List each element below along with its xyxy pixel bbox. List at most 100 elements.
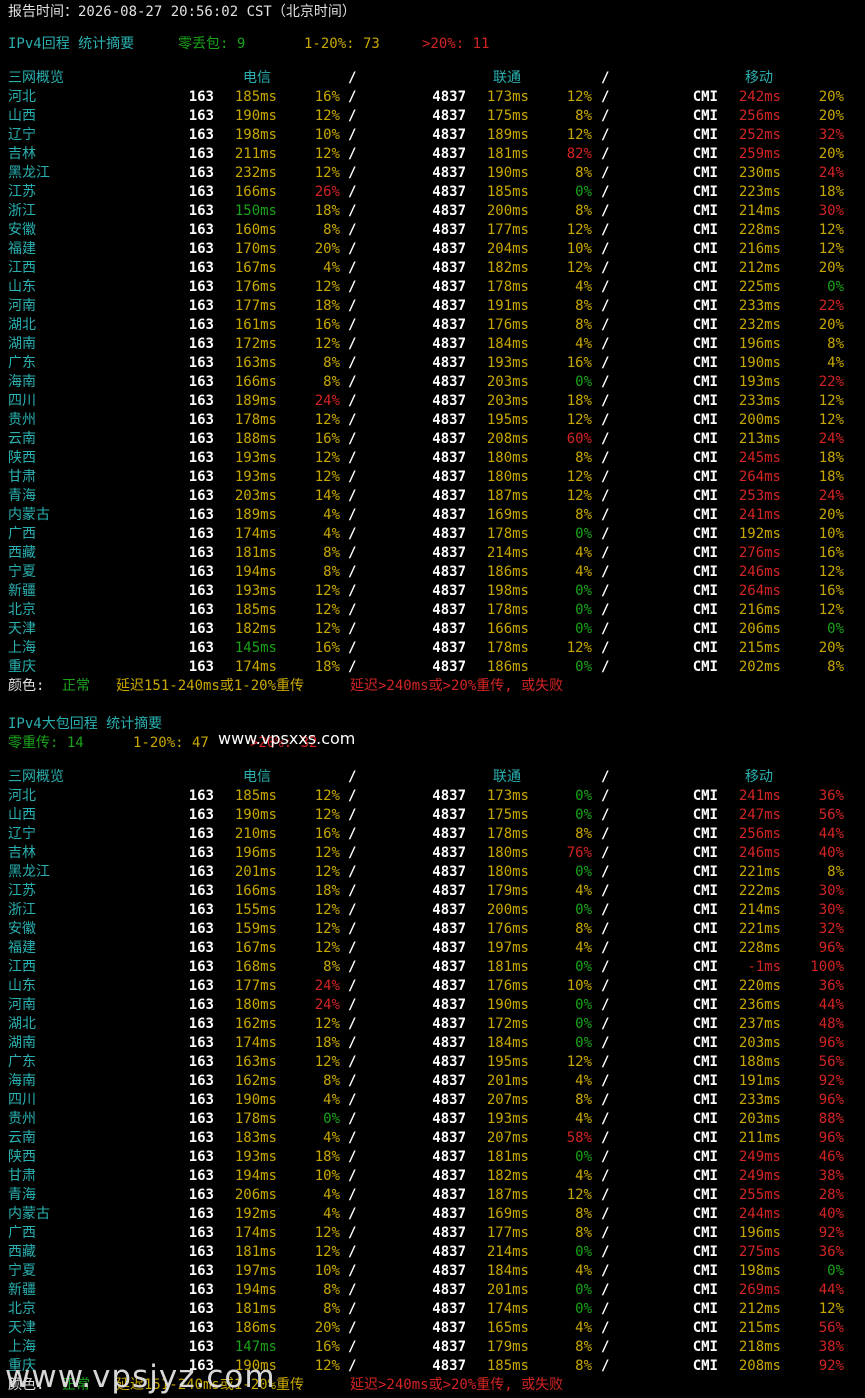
unicom-asn: 4837 bbox=[432, 921, 466, 937]
unicom-latency: 165ms bbox=[486, 1320, 529, 1336]
section-title-line: IPv4回程 统计摘要 零丢包: 9 1-20%: 73 >20%: 11 bbox=[0, 35, 865, 54]
col-sep: / bbox=[348, 621, 357, 637]
unicom-latency: 180ms bbox=[486, 845, 529, 861]
col-sep: / bbox=[601, 260, 610, 276]
telecom-latency: 181ms bbox=[234, 1244, 277, 1260]
telecom-latency: 167ms bbox=[234, 940, 277, 956]
unicom-loss: 0% bbox=[575, 1149, 592, 1165]
telecom-asn: 163 bbox=[188, 826, 214, 842]
region-name: 吉林 bbox=[8, 146, 36, 162]
unicom-latency: 193ms bbox=[486, 1111, 529, 1127]
telecom-loss: 8% bbox=[323, 374, 340, 390]
telecom-asn: 163 bbox=[188, 959, 214, 975]
telecom-latency: 174ms bbox=[234, 659, 277, 675]
unicom-asn: 4837 bbox=[432, 1206, 466, 1222]
telecom-asn: 163 bbox=[188, 997, 214, 1013]
section-title-line: IPv4大包回程 统计摘要 bbox=[0, 715, 865, 734]
mobile-loss: 12% bbox=[818, 222, 844, 238]
mobile-loss: 18% bbox=[818, 450, 844, 466]
telecom-asn: 163 bbox=[188, 469, 214, 485]
table-row: 陕西 163 193ms 12% / 4837 180ms 8% / CMI 245ms 18% bbox=[0, 449, 865, 468]
mobile-loss: 16% bbox=[818, 545, 844, 561]
unicom-latency: 180ms bbox=[486, 469, 529, 485]
region-name: 福建 bbox=[8, 940, 36, 956]
col-sep: / bbox=[348, 317, 357, 333]
mobile-latency: 237ms bbox=[738, 1016, 781, 1032]
unicom-latency: 200ms bbox=[486, 902, 529, 918]
unicom-asn: 4837 bbox=[432, 1035, 466, 1051]
table-row: 江苏 163 166ms 26% / 4837 185ms 0% / CMI 223ms 18% bbox=[0, 183, 865, 202]
unicom-asn: 4837 bbox=[432, 374, 466, 390]
region-name: 四川 bbox=[8, 1092, 36, 1108]
summary-ok: 零丢包: 9 bbox=[178, 36, 246, 52]
region-name: 河北 bbox=[8, 89, 36, 105]
mobile-loss: 92% bbox=[818, 1073, 844, 1089]
telecom-loss: 16% bbox=[314, 89, 340, 105]
col-sep: / bbox=[601, 583, 610, 599]
unicom-loss: 4% bbox=[575, 564, 592, 580]
col-sep: / bbox=[348, 279, 357, 295]
mobile-loss: 10% bbox=[818, 526, 844, 542]
col-sep: / bbox=[348, 1130, 357, 1146]
telecom-loss: 4% bbox=[323, 260, 340, 276]
telecom-asn: 163 bbox=[188, 184, 214, 200]
telecom-asn: 163 bbox=[188, 921, 214, 937]
mobile-loss: 36% bbox=[818, 1244, 844, 1260]
unicom-loss: 0% bbox=[575, 1016, 592, 1032]
table-row: 福建 163 167ms 12% / 4837 197ms 4% / CMI 228ms 96% bbox=[0, 939, 865, 958]
unicom-asn: 4837 bbox=[432, 583, 466, 599]
telecom-asn: 163 bbox=[188, 298, 214, 314]
mobile-latency: 244ms bbox=[738, 1206, 781, 1222]
unicom-latency: 178ms bbox=[486, 279, 529, 295]
mobile-latency: 230ms bbox=[738, 165, 781, 181]
mobile-loss: 20% bbox=[818, 640, 844, 656]
telecom-loss: 12% bbox=[314, 788, 340, 804]
legend-warn: 延迟151-240ms或1-20%重传 bbox=[116, 678, 305, 694]
mobile-asn: CMI bbox=[692, 940, 718, 956]
col-sep: / bbox=[348, 902, 357, 918]
telecom-loss: 18% bbox=[314, 1035, 340, 1051]
unicom-asn: 4837 bbox=[432, 1130, 466, 1146]
unicom-latency: 181ms bbox=[486, 146, 529, 162]
telecom-asn: 163 bbox=[188, 1187, 214, 1203]
col-sep: / bbox=[348, 1111, 357, 1127]
mobile-latency: 212ms bbox=[738, 1301, 781, 1317]
telecom-asn: 163 bbox=[188, 526, 214, 542]
mobile-latency: 214ms bbox=[738, 902, 781, 918]
legend-bad: 延迟>240ms或>20%重传, 或失败 bbox=[350, 678, 564, 694]
col-sep: / bbox=[601, 921, 610, 937]
col-sep: / bbox=[348, 146, 357, 162]
telecom-loss: 0% bbox=[323, 1111, 340, 1127]
telecom-asn: 163 bbox=[188, 621, 214, 637]
col-sep: / bbox=[601, 488, 610, 504]
telecom-loss: 14% bbox=[314, 488, 340, 504]
mobile-latency: 203ms bbox=[738, 1111, 781, 1127]
region-name: 重庆 bbox=[8, 659, 36, 675]
telecom-asn: 163 bbox=[188, 545, 214, 561]
table-row: 山西 163 190ms 12% / 4837 175ms 0% / CMI 247ms 56% bbox=[0, 806, 865, 825]
col-sep: / bbox=[601, 1339, 610, 1355]
unicom-loss: 0% bbox=[575, 659, 592, 675]
table-row: 青海 163 206ms 4% / 4837 187ms 12% / CMI 255ms 28% bbox=[0, 1186, 865, 1205]
unicom-latency: 197ms bbox=[486, 940, 529, 956]
telecom-latency: 180ms bbox=[234, 997, 277, 1013]
telecom-loss: 16% bbox=[314, 317, 340, 333]
unicom-latency: 198ms bbox=[486, 583, 529, 599]
table-row: 内蒙古 163 189ms 4% / 4837 169ms 8% / CMI 241ms 20% bbox=[0, 506, 865, 525]
unicom-loss: 8% bbox=[575, 826, 592, 842]
col-sep: / bbox=[348, 921, 357, 937]
telecom-latency: 185ms bbox=[234, 602, 277, 618]
col-sep: / bbox=[348, 355, 357, 371]
unicom-latency: 208ms bbox=[486, 431, 529, 447]
unicom-asn: 4837 bbox=[432, 959, 466, 975]
mobile-asn: CMI bbox=[692, 807, 718, 823]
col-sep: / bbox=[601, 1016, 610, 1032]
unicom-asn: 4837 bbox=[432, 807, 466, 823]
col-sep: / bbox=[601, 89, 610, 105]
telecom-loss: 26% bbox=[314, 184, 340, 200]
telecom-latency: 155ms bbox=[234, 902, 277, 918]
table-row: 新疆 163 194ms 8% / 4837 201ms 0% / CMI 269ms 44% bbox=[0, 1281, 865, 1300]
region-name: 江苏 bbox=[8, 184, 36, 200]
unicom-loss: 12% bbox=[566, 127, 592, 143]
mobile-latency: 220ms bbox=[738, 978, 781, 994]
